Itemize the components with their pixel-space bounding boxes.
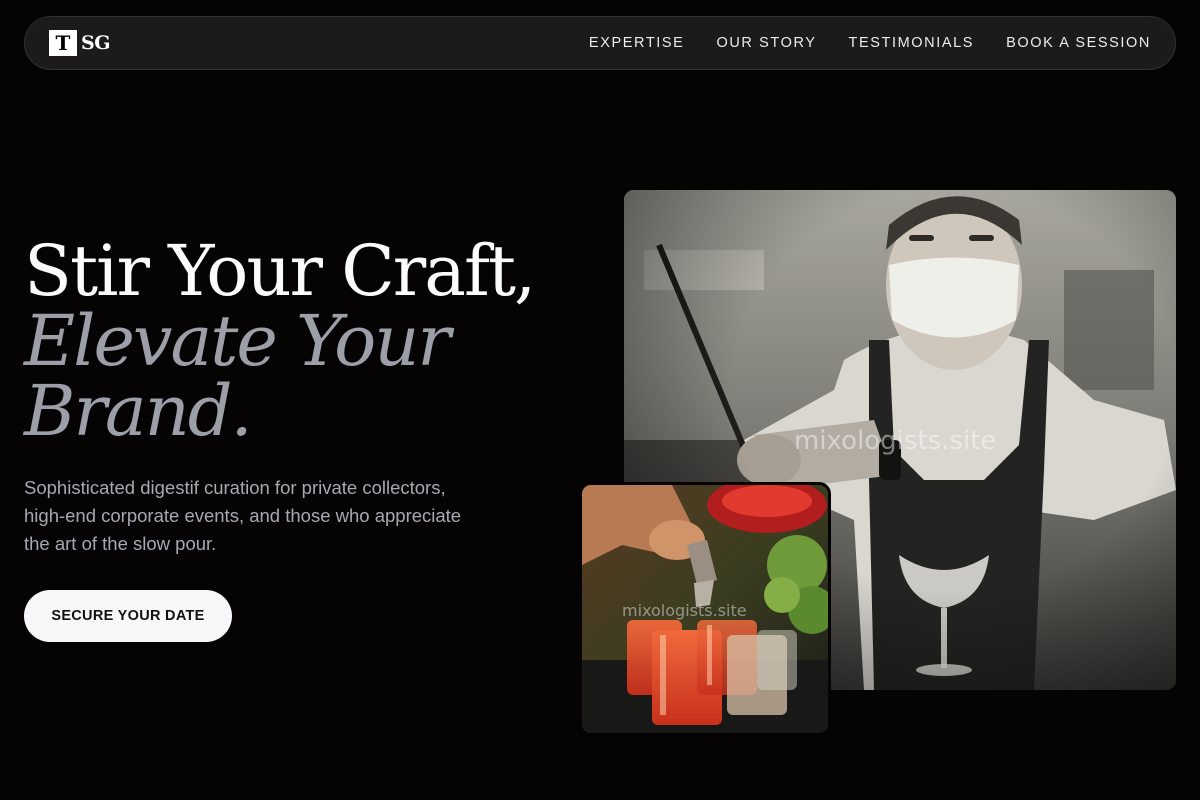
top-nav-bar: T SG EXPERTISE OUR STORY TESTIMONIALS BO… [24,16,1176,70]
secure-date-button[interactable]: SECURE YOUR DATE [24,590,232,642]
logo-mark: T [49,30,77,56]
nav-link-our-story[interactable]: OUR STORY [716,35,816,51]
main-photo-watermark: mixologists.site [794,426,997,456]
hero-headline: Stir Your Craft, Elevate Your Brand. [24,236,584,446]
logo[interactable]: T SG [49,30,110,56]
nav-link-book-session[interactable]: BOOK A SESSION [1006,35,1151,51]
small-photo-watermark: mixologists.site [622,601,747,620]
cocktails-photo: mixologists.site [579,482,831,736]
headline-line-1: Stir Your Craft, [24,230,536,312]
headline-line-3: Brand. [24,370,253,452]
nav-link-testimonials[interactable]: TESTIMONIALS [849,35,975,51]
hero-section: Stir Your Craft, Elevate Your Brand. Sop… [24,236,584,642]
hero-subtitle: Sophisticated digestif curation for priv… [24,477,462,554]
headline-line-2: Elevate Your [24,300,451,382]
nav-menu: EXPERTISE OUR STORY TESTIMONIALS BOOK A … [589,35,1151,51]
logo-text: SG [81,32,110,54]
nav-link-expertise[interactable]: EXPERTISE [589,35,685,51]
